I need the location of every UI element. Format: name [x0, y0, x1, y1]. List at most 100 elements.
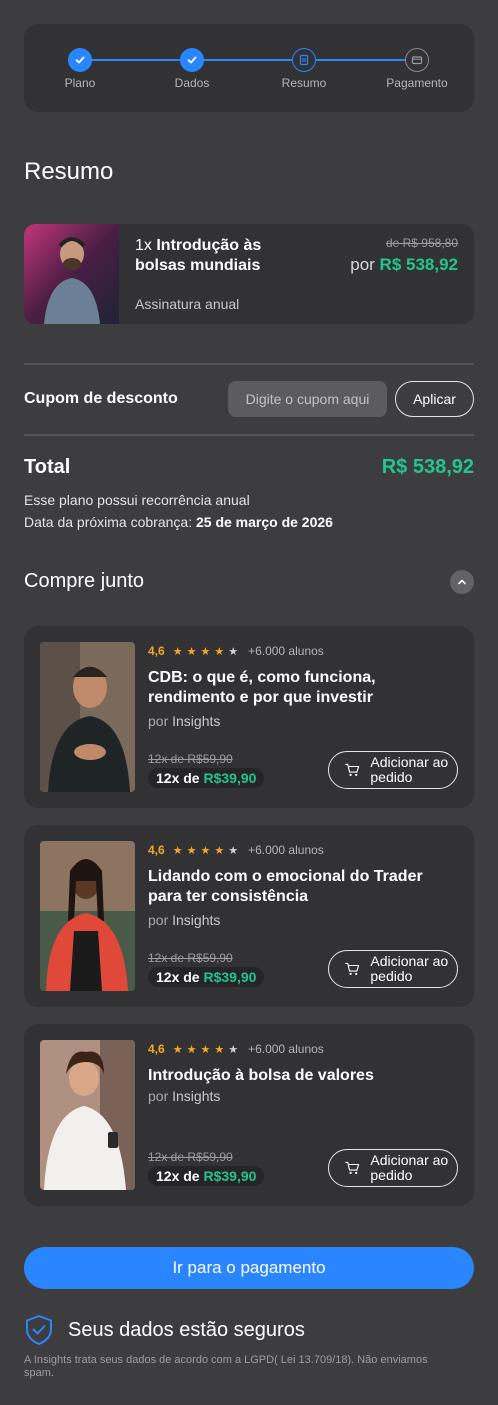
price-prefix: 12x de: [156, 969, 200, 985]
next-charge-date: 25 de março de 2026: [195, 514, 333, 530]
product-title: Introdução às bolsas mundiais: [135, 237, 262, 274]
coupon-label: Cupom de desconto: [24, 390, 178, 407]
cart-icon: [345, 1161, 360, 1175]
rating-value: 4,6: [148, 644, 165, 658]
add-to-order-button[interactable]: Adicionar ao pedido: [328, 950, 458, 988]
students-count: +6.000 alunos: [248, 644, 324, 658]
course-card: 4,6 ★ ★ ★ ★ ★ +6.000 alunos CDB: o que é…: [24, 626, 474, 808]
star-empty-icon: ★: [228, 844, 239, 857]
course-card: 4,6 ★ ★ ★ ★ ★ +6.000 alunos Introdução à…: [24, 1024, 474, 1206]
price-prefix: 12x de: [156, 770, 200, 786]
star-icon: ★: [186, 645, 197, 658]
star-icon: ★: [200, 844, 211, 857]
course-old-price: 12x de R$59,90: [148, 951, 233, 965]
shield-check-icon: [26, 1315, 52, 1345]
rating-value: 4,6: [148, 843, 165, 857]
total-label: Total: [24, 456, 71, 478]
author-prefix: por: [148, 1088, 169, 1104]
star-icon: ★: [214, 844, 225, 857]
star-icon: ★: [214, 1043, 225, 1056]
star-icon: ★: [200, 1043, 211, 1056]
course-title: CDB: o que é, como funciona, rendimento …: [148, 669, 376, 706]
star-icon: ★: [172, 645, 183, 658]
course-author: por Insights: [148, 713, 220, 729]
step-label: Pagamento: [386, 76, 448, 90]
step-plano[interactable]: Plano: [30, 48, 130, 90]
step-resumo[interactable]: Resumo: [254, 48, 354, 90]
price-value: R$ 538,92: [379, 255, 458, 274]
product-price: por R$ 538,92: [350, 255, 458, 275]
course-photo: [40, 642, 135, 792]
course-author: por Insights: [148, 1088, 220, 1104]
page-title: Resumo: [24, 158, 114, 185]
course-title: Introdução à bolsa de valores: [148, 1067, 374, 1084]
star-icon: ★: [186, 1043, 197, 1056]
course-title: Lidando com o emocional do Trader para t…: [148, 868, 423, 905]
credit-card-icon: [405, 48, 429, 72]
old-price: de R$ 958,80: [385, 236, 458, 250]
add-label: Adicionar ao pedido: [370, 754, 449, 785]
course-photo: [40, 841, 135, 991]
author-name: Insights: [172, 1088, 221, 1104]
next-charge-label: Data da próxima cobrança:: [24, 514, 193, 530]
step-label: Resumo: [281, 76, 327, 90]
apply-coupon-button[interactable]: Aplicar: [395, 381, 474, 417]
students-count: +6.000 alunos: [248, 843, 324, 857]
cart-icon: [345, 763, 360, 777]
author-prefix: por: [148, 912, 169, 928]
star-icon: ★: [214, 645, 225, 658]
product-thumbnail: [24, 224, 119, 324]
star-icon: ★: [172, 844, 183, 857]
chevron-up-icon: [458, 579, 466, 585]
add-to-order-button[interactable]: Adicionar ao pedido: [328, 1149, 458, 1187]
check-icon: [68, 48, 92, 72]
star-empty-icon: ★: [228, 645, 239, 658]
author-name: Insights: [172, 713, 221, 729]
star-empty-icon: ★: [228, 1043, 239, 1056]
cart-icon: [345, 962, 360, 976]
recurrence-note: Esse plano possui recorrência anual: [24, 492, 250, 508]
collapse-button[interactable]: [450, 570, 474, 594]
star-icon: ★: [172, 1043, 183, 1056]
coupon-input[interactable]: [228, 381, 387, 417]
rating-value: 4,6: [148, 1042, 165, 1056]
course-card: 4,6 ★ ★ ★ ★ ★ +6.000 alunos Lidando com …: [24, 825, 474, 1007]
go-to-payment-button[interactable]: Ir para o pagamento: [24, 1247, 474, 1289]
course-price: 12x de R$39,90: [148, 768, 265, 788]
add-to-order-button[interactable]: Adicionar ao pedido: [328, 751, 458, 789]
price-value: R$39,90: [203, 770, 257, 786]
step-pagamento[interactable]: Pagamento: [367, 48, 467, 90]
author-name: Insights: [172, 912, 221, 928]
secure-notice: Seus dados estão seguros: [24, 1314, 305, 1346]
course-meta: 4,6 ★ ★ ★ ★ ★ +6.000 alunos: [148, 644, 324, 658]
legal-note: A Insights trata seus dados de acordo co…: [24, 1354, 428, 1379]
check-icon: [180, 48, 204, 72]
step-label: Plano: [64, 76, 96, 90]
product-qty: 1x: [135, 237, 152, 254]
course-author: por Insights: [148, 912, 220, 928]
buy-together-title: Compre junto: [24, 570, 145, 592]
secure-text: Seus dados estão seguros: [68, 1318, 305, 1341]
students-count: +6.000 alunos: [248, 1042, 324, 1056]
next-charge: Data da próxima cobrança: 25 de março de…: [24, 514, 333, 530]
document-icon: [292, 48, 316, 72]
checkout-stepper: Plano Dados Resumo Pagamento: [24, 24, 474, 112]
divider: [24, 363, 474, 365]
course-photo: [40, 1040, 135, 1190]
course-meta: 4,6 ★ ★ ★ ★ ★ +6.000 alunos: [148, 843, 324, 857]
product-name: 1x Introdução às bolsas mundiais: [135, 236, 295, 276]
star-icon: ★: [200, 645, 211, 658]
star-icon: ★: [186, 844, 197, 857]
course-price: 12x de R$39,90: [148, 967, 265, 987]
step-label: Dados: [174, 76, 210, 90]
course-old-price: 12x de R$59,90: [148, 752, 233, 766]
course-old-price: 12x de R$59,90: [148, 1150, 233, 1164]
price-prefix: por: [350, 255, 375, 274]
divider: [24, 434, 474, 436]
course-meta: 4,6 ★ ★ ★ ★ ★ +6.000 alunos: [148, 1042, 324, 1056]
order-item: 1x Introdução às bolsas mundiais de R$ 9…: [24, 224, 474, 324]
add-label: Adicionar ao pedido: [370, 953, 449, 984]
total-value: R$ 538,92: [381, 456, 474, 478]
course-price: 12x de R$39,90: [148, 1166, 265, 1186]
step-dados[interactable]: Dados: [142, 48, 242, 90]
